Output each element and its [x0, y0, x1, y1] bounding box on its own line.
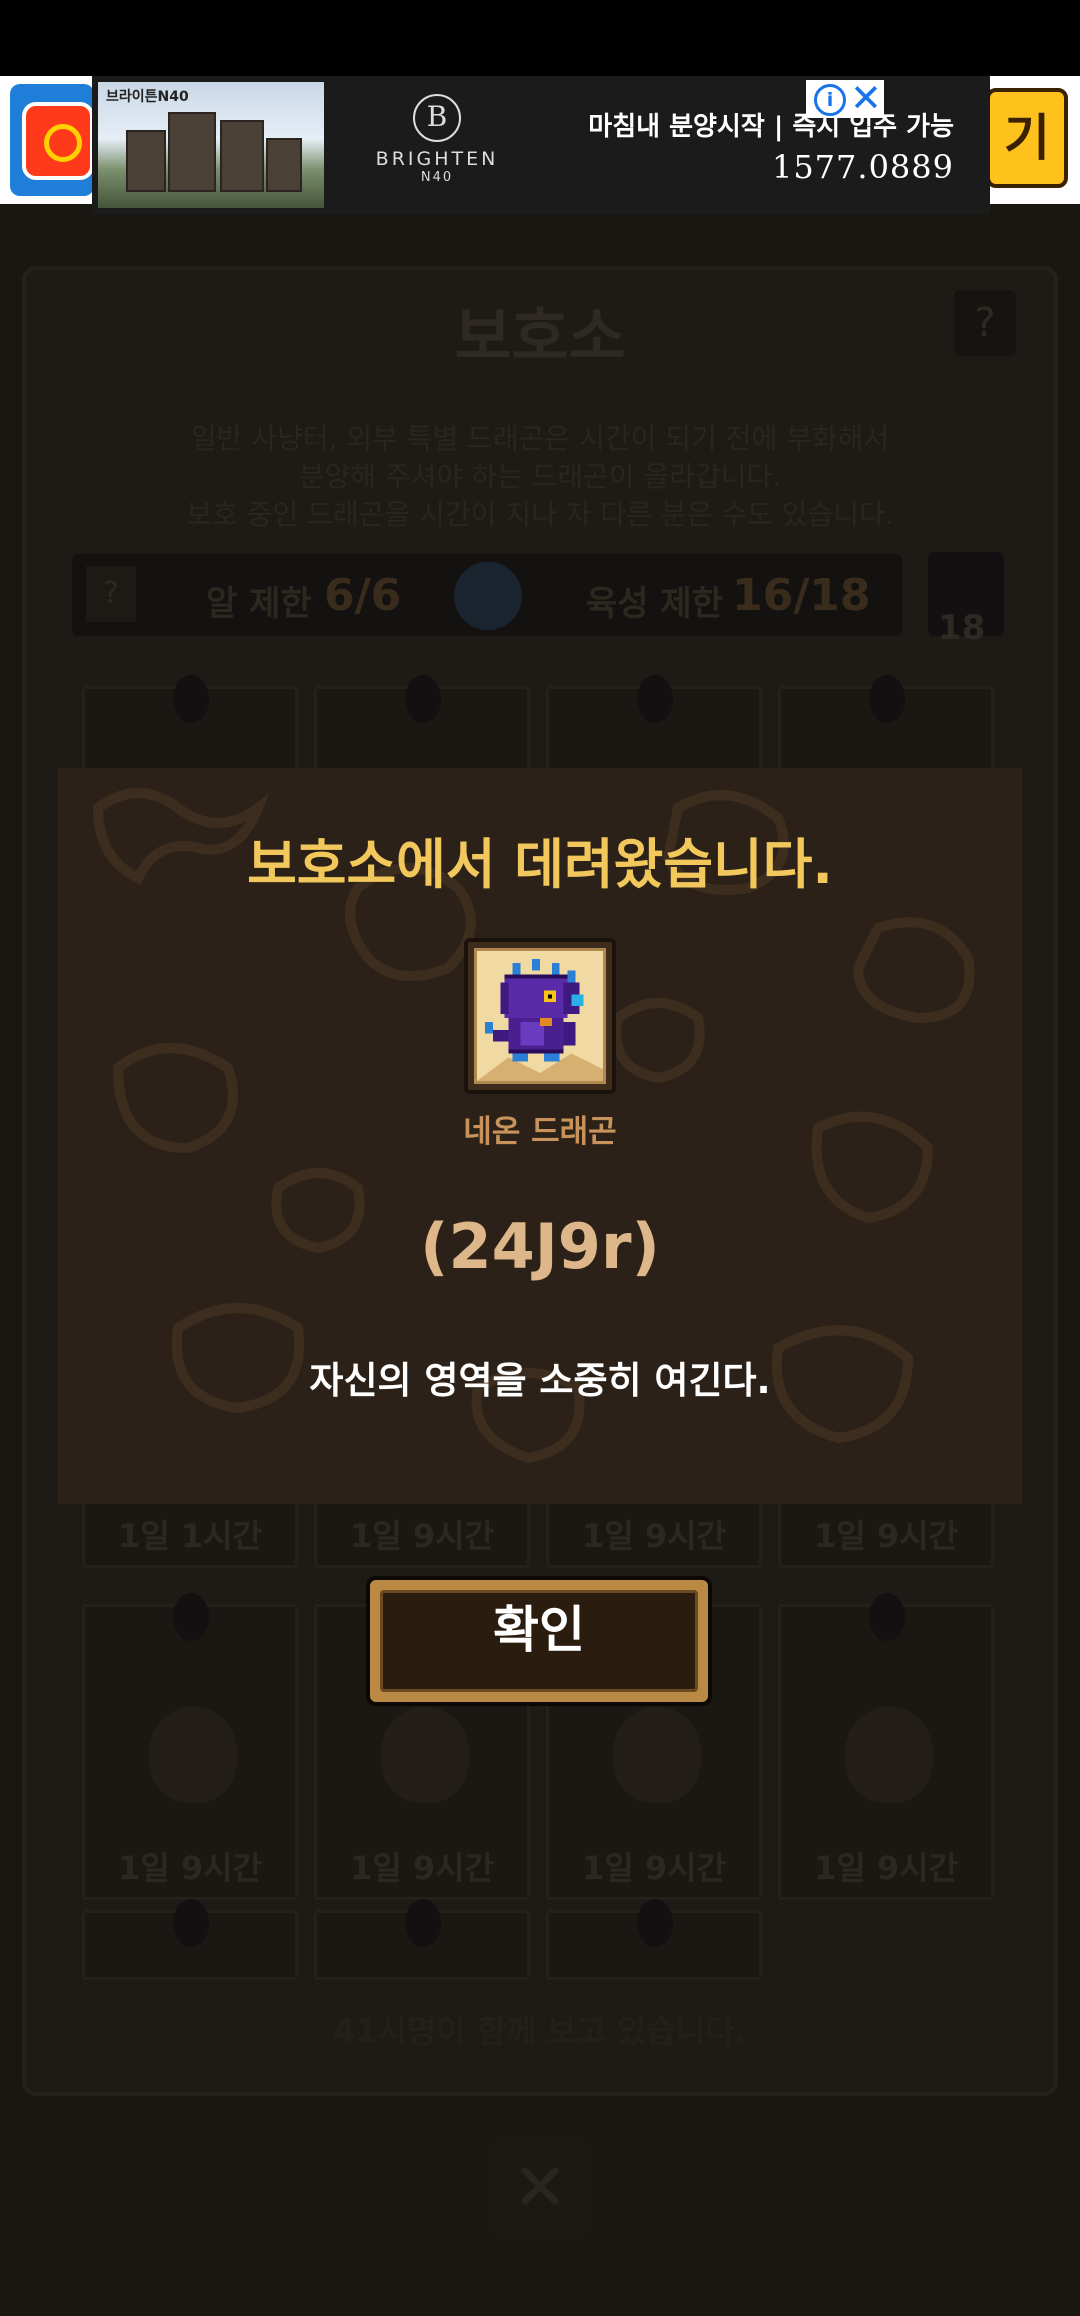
- dragon-code: (24J9r): [420, 1210, 660, 1283]
- limit-bar: ? 알 제한 6/6 육성 제한 16/18: [72, 554, 902, 636]
- ad-photo-label: 브라이튼N40: [106, 89, 189, 105]
- egg-slot[interactable]: [314, 1899, 530, 1980]
- egg-slot[interactable]: [546, 1899, 762, 1980]
- egg-slot[interactable]: 1일 9시간: [778, 1593, 994, 1900]
- ad-choices[interactable]: i ✕: [806, 76, 884, 120]
- status-bar: [0, 0, 1080, 76]
- confirm-button[interactable]: 확인: [366, 1576, 712, 1706]
- close-button[interactable]: ✕: [488, 2138, 592, 2238]
- ad-brand-sub: N40: [420, 170, 454, 185]
- slot-timer: 1일 1시간: [118, 1517, 262, 1555]
- close-ad-icon[interactable]: ✕: [850, 76, 882, 120]
- description-line: 보호 중인 드래곤을 시간이 지나 자 다른 분은 수도 있습니다.: [186, 498, 894, 531]
- dragon-description: 자신의 영역을 소중히 여긴다.: [309, 1359, 771, 1402]
- slot-timer: 1일 9시간: [814, 1517, 958, 1555]
- help-button[interactable]: ?: [954, 290, 1016, 356]
- egg-slot[interactable]: 1일 9시간: [82, 1593, 298, 1900]
- ad-brand-logo: B BRIGHTEN N40: [362, 94, 512, 204]
- shelter-title: 보호소: [454, 300, 626, 373]
- egg-icon: [381, 1707, 469, 1803]
- slot-timer: 1일 9시간: [118, 1849, 262, 1887]
- raise-limit-value: 16/18: [732, 570, 871, 621]
- info-icon[interactable]: i: [814, 84, 846, 116]
- egg-icon: [845, 1707, 933, 1803]
- dragon-portrait: [464, 938, 616, 1094]
- egg-limit-label: 알 제한: [206, 584, 312, 624]
- shelter-description: 일반 사냥터, 외부 특별 드래곤은 시간이 되기 전에 부화해서 분양해 주셔…: [0, 420, 1080, 534]
- dragon-emblem-icon: [454, 562, 522, 630]
- ad-brand-name: BRIGHTEN: [375, 148, 499, 170]
- dragon-name: 네온 드래곤: [463, 1114, 617, 1150]
- limit-help-button[interactable]: ?: [86, 566, 136, 622]
- description-line: 분양해 주셔야 하는 드래곤이 올라갑니다.: [298, 460, 782, 493]
- egg-icon: [613, 1707, 701, 1803]
- raise-limit-label: 육성 제한: [586, 584, 723, 624]
- refresh-button[interactable]: 18: [928, 552, 1004, 648]
- neon-dragon-icon: [477, 951, 603, 1081]
- adoption-modal: 보호소에서 데려왔습니다. 네온 드래곤 (24J9r) 자신의 영역을 소중히…: [58, 768, 1022, 1504]
- ad-app-icon-left[interactable]: [10, 84, 94, 196]
- egg-limit-value: 6/6: [324, 570, 402, 621]
- slot-timer: 1일 9시간: [350, 1517, 494, 1555]
- refresh-count: 18: [938, 608, 986, 648]
- ad-logo-mark: B: [413, 94, 461, 142]
- confirm-label: 확인: [493, 1601, 585, 1659]
- ad-photo: 브라이튼N40: [98, 82, 324, 208]
- viewer-count: 41시명이 함께 보고 있습니다.: [333, 2012, 747, 2050]
- description-line: 일반 사냥터, 외부 특별 드래곤은 시간이 되기 전에 부화해서: [190, 422, 890, 455]
- ad-headline: 마침내 분양시작 | 즉시 입주 가능: [588, 112, 954, 142]
- slot-timer: 1일 9시간: [582, 1517, 726, 1555]
- ad-phone: 1577.0889: [771, 148, 954, 186]
- egg-icon: [149, 1707, 237, 1803]
- ad-app-icon-right[interactable]: 기: [986, 88, 1068, 188]
- slot-timer: 1일 9시간: [582, 1849, 726, 1887]
- slot-timer: 1일 9시간: [814, 1849, 958, 1887]
- modal-title: 보호소에서 데려왔습니다.: [247, 833, 833, 896]
- ad-right-app-text: 기: [1004, 109, 1050, 167]
- egg-slot[interactable]: [82, 1899, 298, 1980]
- slot-timer: 1일 9시간: [350, 1849, 494, 1887]
